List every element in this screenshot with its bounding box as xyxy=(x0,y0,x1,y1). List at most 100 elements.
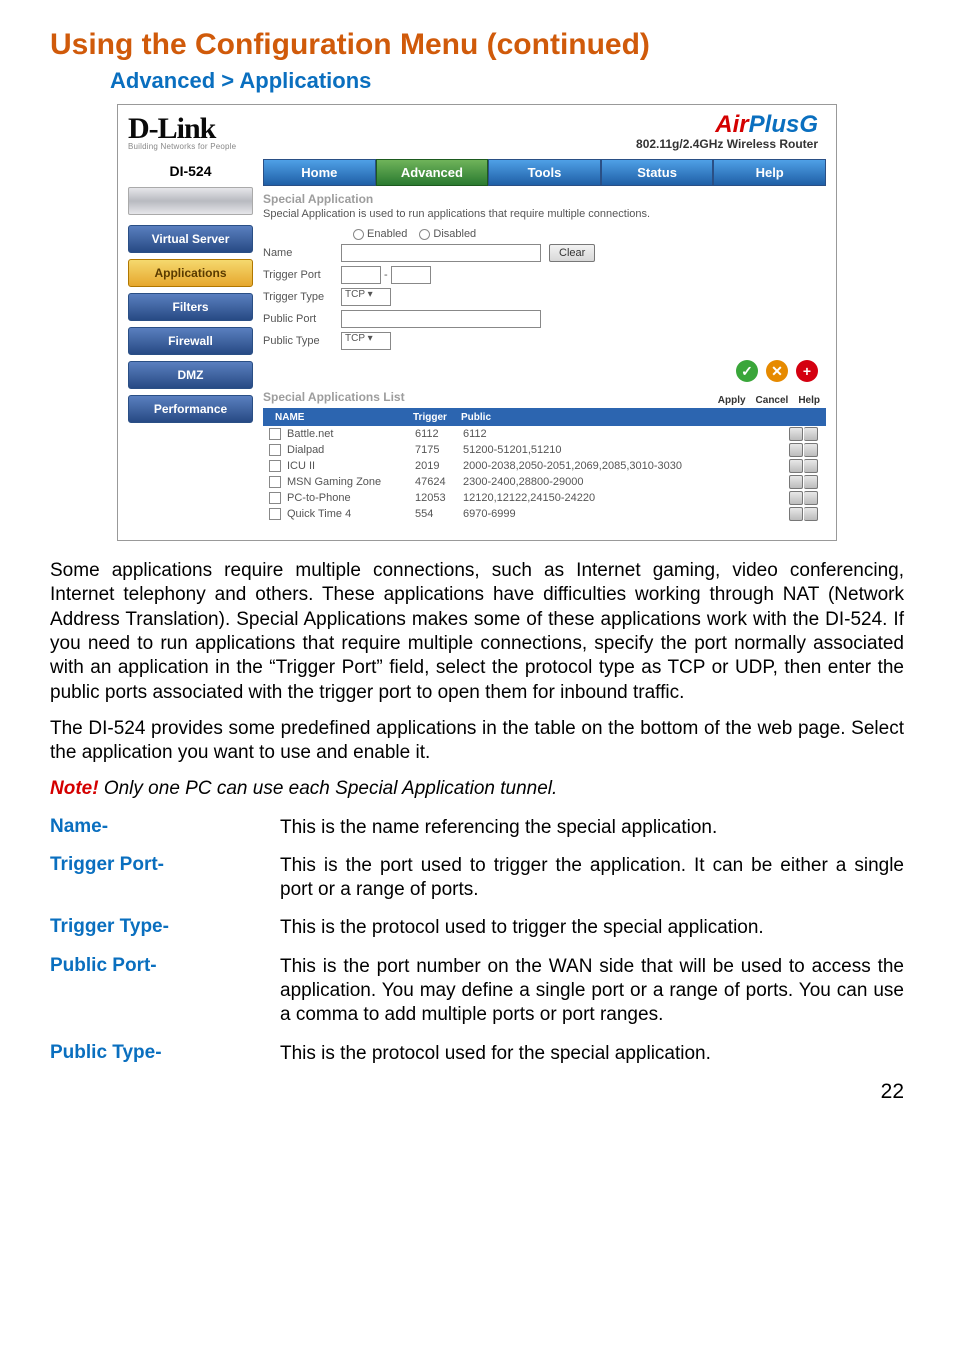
name-label: Name xyxy=(263,247,341,259)
definition-body: This is the port number on the WAN side … xyxy=(280,955,904,1028)
definition-row: Trigger Port-This is the port used to tr… xyxy=(50,854,904,903)
edit-icon[interactable] xyxy=(789,443,803,457)
list-item-name: PC-to-Phone xyxy=(287,492,415,504)
name-input[interactable] xyxy=(341,244,541,262)
delete-icon[interactable] xyxy=(804,443,818,457)
list-item-checkbox[interactable] xyxy=(269,444,281,456)
product-subhead: 802.11g/2.4GHz Wireless Router xyxy=(636,137,818,151)
list-item: Dialpad717551200-51201,51210 xyxy=(263,442,826,458)
product-logo-air: Air xyxy=(715,111,748,138)
public-type-label: Public Type xyxy=(263,335,341,347)
definition-term: Public Port- xyxy=(50,955,280,1028)
disabled-radio[interactable]: Disabled xyxy=(419,228,476,240)
product-logo: AirPlusG 802.11g/2.4GHz Wireless Router xyxy=(636,111,818,151)
trigger-port-to-input[interactable] xyxy=(391,266,431,284)
delete-icon[interactable] xyxy=(804,475,818,489)
definition-body: This is the port used to trigger the app… xyxy=(280,854,904,903)
list-col-name: NAME xyxy=(263,412,413,423)
tab[interactable]: Advanced xyxy=(376,159,489,186)
list-item-checkbox[interactable] xyxy=(269,428,281,440)
list-item-trigger: 12053 xyxy=(415,492,463,504)
definition-row: Public Port-This is the port number on t… xyxy=(50,955,904,1028)
delete-icon[interactable] xyxy=(804,507,818,521)
brand-name: D-Link xyxy=(128,112,236,146)
edit-icon[interactable] xyxy=(789,475,803,489)
edit-icon[interactable] xyxy=(789,459,803,473)
tab[interactable]: Status xyxy=(601,159,714,186)
clear-button[interactable]: Clear xyxy=(549,244,595,262)
list-header: NAME Trigger Public xyxy=(263,408,826,426)
definition-row: Name-This is the name referencing the sp… xyxy=(50,816,904,840)
list-item-name: Battle.net xyxy=(287,428,415,440)
definition-body: This is the protocol used for the specia… xyxy=(280,1042,904,1066)
delete-icon[interactable] xyxy=(804,427,818,441)
sidebar-item[interactable]: Applications xyxy=(128,259,253,287)
definition-row: Public Type-This is the protocol used fo… xyxy=(50,1042,904,1066)
sidebar-item[interactable]: Firewall xyxy=(128,327,253,355)
public-port-label: Public Port xyxy=(263,313,341,325)
delete-icon[interactable] xyxy=(804,491,818,505)
note-line: Note! Only one PC can use each Special A… xyxy=(50,778,904,800)
disabled-radio-label: Disabled xyxy=(433,228,476,240)
public-type-select[interactable]: TCP ▾ xyxy=(341,332,391,350)
list-item-public: 6112 xyxy=(463,428,789,440)
edit-icon[interactable] xyxy=(789,427,803,441)
sidebar-item[interactable]: Filters xyxy=(128,293,253,321)
list-item-checkbox[interactable] xyxy=(269,476,281,488)
page-title: Using the Configuration Menu (continued) xyxy=(50,28,904,62)
apply-icon[interactable]: ✓ xyxy=(736,360,758,382)
model-label: DI-524 xyxy=(128,159,253,187)
trigger-port-label: Trigger Port xyxy=(263,269,341,281)
trigger-type-select[interactable]: TCP ▾ xyxy=(341,288,391,306)
list-item-checkbox[interactable] xyxy=(269,508,281,520)
list-item-trigger: 6112 xyxy=(415,428,463,440)
list-item: MSN Gaming Zone476242300-2400,28800-2900… xyxy=(263,474,826,490)
tab[interactable]: Tools xyxy=(488,159,601,186)
sidebar-item[interactable]: Performance xyxy=(128,395,253,423)
section-title: Special Application xyxy=(263,192,826,206)
list-item-public: 2300-2400,28800-29000 xyxy=(463,476,789,488)
tab[interactable]: Help xyxy=(713,159,826,186)
product-logo-plus: Plus xyxy=(749,111,800,138)
list-item: ICU II20192000-2038,2050-2051,2069,2085,… xyxy=(263,458,826,474)
section-desc: Special Application is used to run appli… xyxy=(263,208,826,220)
list-item: Battle.net61126112 xyxy=(263,426,826,442)
sidebar-item[interactable]: DMZ xyxy=(128,361,253,389)
list-item: Quick Time 45546970-6999 xyxy=(263,506,826,522)
list-body: Battle.net61126112Dialpad717551200-51201… xyxy=(263,426,826,522)
device-image xyxy=(128,187,253,215)
brand-tagline: Building Networks for People xyxy=(128,142,236,151)
list-item-public: 12120,12122,24150-24220 xyxy=(463,492,789,504)
list-item-trigger: 2019 xyxy=(415,460,463,472)
list-item-public: 51200-51201,51210 xyxy=(463,444,789,456)
definition-term: Public Type- xyxy=(50,1042,280,1066)
public-port-input[interactable] xyxy=(341,310,541,328)
help-icon[interactable]: + xyxy=(796,360,818,382)
list-item-name: Dialpad xyxy=(287,444,415,456)
list-col-trigger: Trigger xyxy=(413,412,461,423)
list-item-public: 2000-2038,2050-2051,2069,2085,3010-3030 xyxy=(463,460,789,472)
list-item-checkbox[interactable] xyxy=(269,460,281,472)
definition-body: This is the name referencing the special… xyxy=(280,816,904,840)
enabled-radio[interactable]: Enabled xyxy=(353,228,407,240)
help-label: Help xyxy=(798,395,820,406)
tab[interactable]: Home xyxy=(263,159,376,186)
product-logo-g: G xyxy=(799,111,818,138)
sidebar: DI-524 Virtual Server Applications Filters… xyxy=(118,153,263,540)
delete-icon[interactable] xyxy=(804,459,818,473)
body-paragraph-1: Some applications require multiple conne… xyxy=(50,559,904,705)
list-item: PC-to-Phone1205312120,12122,24150-24220 xyxy=(263,490,826,506)
trigger-port-from-input[interactable] xyxy=(341,266,381,284)
page-number: 22 xyxy=(50,1080,904,1104)
list-col-public: Public xyxy=(461,412,491,423)
edit-icon[interactable] xyxy=(789,491,803,505)
router-screenshot: D-Link Building Networks for People AirP… xyxy=(117,104,837,541)
sidebar-item[interactable]: Virtual Server xyxy=(128,225,253,253)
cancel-label: Cancel xyxy=(756,395,789,406)
enabled-radio-label: Enabled xyxy=(367,228,407,240)
list-item-name: ICU II xyxy=(287,460,415,472)
cancel-icon[interactable]: ✕ xyxy=(766,360,788,382)
list-item-trigger: 7175 xyxy=(415,444,463,456)
edit-icon[interactable] xyxy=(789,507,803,521)
list-item-checkbox[interactable] xyxy=(269,492,281,504)
